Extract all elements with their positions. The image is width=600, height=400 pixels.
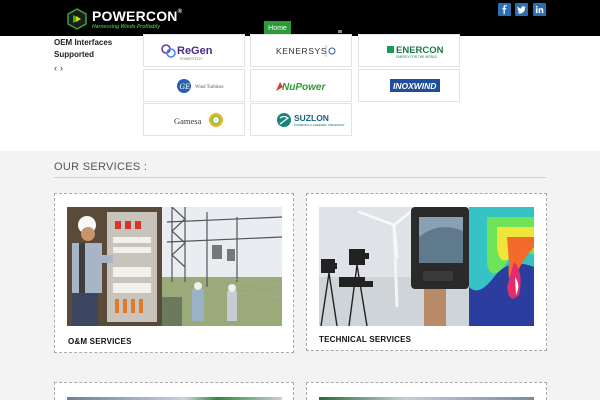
om-services-image[interactable] — [67, 207, 282, 326]
facebook-button[interactable] — [498, 3, 511, 16]
oem-logo-name: SUZLON — [294, 113, 329, 123]
oem-logo-ge[interactable]: GE Wind Turbines — [143, 69, 245, 102]
oem-logo-name: Gamesa — [174, 116, 202, 126]
brand-name: POWERCON® — [92, 7, 183, 24]
service-card-next-right[interactable] — [306, 382, 547, 400]
twitter-button[interactable] — [515, 3, 528, 16]
oem-logo-gamesa[interactable]: Gamesa — [143, 103, 245, 136]
oem-logo-kenersys[interactable]: KENERSYS — [250, 34, 352, 67]
service-label-om[interactable]: O&M SERVICES — [68, 337, 132, 346]
oem-title: OEM Interfaces Supported — [54, 38, 113, 59]
powercon-logo-icon — [66, 8, 88, 30]
oem-logo-sub: ENERGY FOR THE WORLD — [396, 55, 438, 59]
linkedin-button[interactable] — [533, 3, 546, 16]
chevron-left-icon[interactable]: ‹ — [54, 63, 57, 73]
oem-logo-name: KENERSYS — [276, 46, 327, 56]
oem-carousel-controls: ‹ › — [54, 63, 63, 73]
oem-logo-sub: POWERTECH — [180, 57, 203, 61]
oem-logo-sub: POWERING A GREENER TOMORROW — [294, 123, 345, 127]
oem-logo-enercon[interactable]: ENERCON ENERGY FOR THE WORLD — [358, 34, 460, 67]
services-heading: OUR SERVICES : — [54, 161, 148, 173]
oem-logo-inoxwind[interactable]: INOXWIND — [358, 69, 460, 102]
nav-dropdown-indicator — [338, 30, 342, 33]
nav-home-link[interactable]: Home — [264, 21, 291, 35]
service-card-om[interactable]: O&M SERVICES — [54, 193, 294, 353]
service-label-technical[interactable]: TECHNICAL SERVICES — [319, 335, 411, 344]
technical-services-image[interactable] — [319, 207, 534, 326]
oem-logo-suzlon[interactable]: SUZLON POWERING A GREENER TOMORROW — [250, 103, 352, 136]
services-divider — [54, 177, 546, 178]
oem-logo-regen[interactable]: ReGen POWERTECH — [143, 34, 245, 67]
facebook-icon — [502, 5, 507, 14]
service-card-technical[interactable]: TECHNICAL SERVICES — [306, 193, 547, 351]
powercon-logo[interactable]: POWERCON® Harnessing Winds Profitably — [66, 6, 182, 32]
oem-logo-name: Wind Turbines — [195, 85, 224, 90]
brand-tagline: Harnessing Winds Profitably — [92, 23, 161, 30]
oem-logo-name: NuPower — [282, 82, 326, 93]
svg-text:GE: GE — [180, 83, 191, 91]
chevron-right-icon[interactable]: › — [60, 63, 63, 73]
oem-logo-name: INOXWIND — [393, 81, 436, 91]
service-card-next-left[interactable] — [54, 382, 294, 400]
twitter-icon — [517, 6, 526, 14]
oem-logo-name: ReGen — [177, 45, 213, 57]
top-header-bar: POWERCON® Harnessing Winds Profitably Ho… — [0, 0, 600, 36]
oem-section: OEM Interfaces Supported ‹ › ReGen POWER… — [0, 34, 600, 151]
linkedin-icon — [535, 5, 544, 14]
oem-logo-nupower[interactable]: NuPower — [250, 69, 352, 102]
